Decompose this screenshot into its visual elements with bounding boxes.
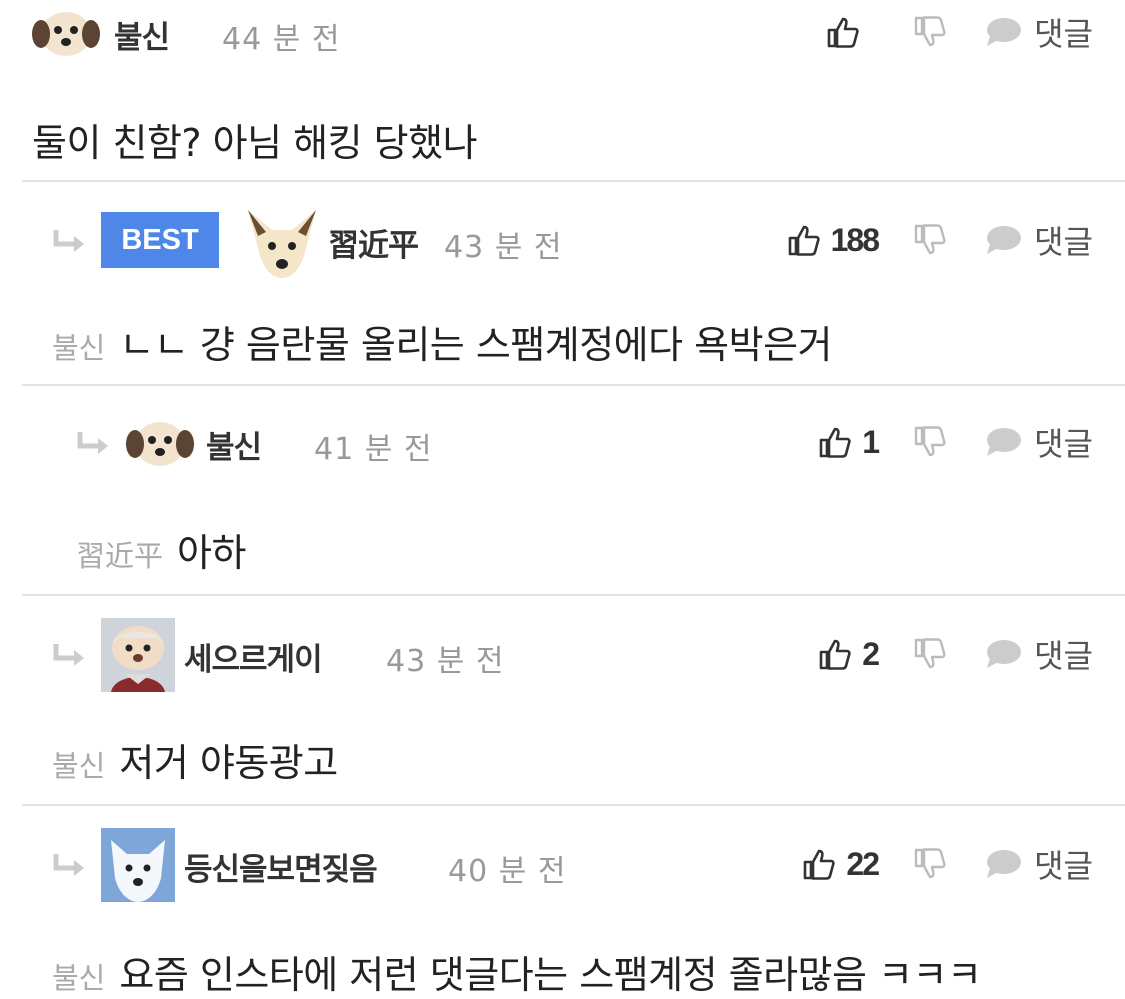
comment-text: 불신 ㄴㄴ 걍 음란물 올리는 스팸계정에다 욕박은거: [52, 323, 833, 367]
avatar[interactable]: [101, 828, 175, 902]
username[interactable]: 習近平: [328, 220, 419, 265]
timestamp: 43 분 전: [386, 644, 505, 679]
comment: BEST 習近平 43 분 전 188 댓글 불신 ㄴㄴ 걍 음란물 올리는 스…: [0, 182, 1125, 386]
thumbs-down-icon: [914, 848, 946, 879]
like-count: 22: [846, 845, 880, 882]
thumbs-up-icon: [804, 849, 836, 880]
reply-button[interactable]: 댓글: [984, 624, 1093, 684]
dog-avatar-icon: [248, 210, 316, 278]
comment-text: 習近平 아하: [76, 531, 246, 575]
thumbs-up-icon: [788, 225, 820, 256]
puppy-avatar-icon: [126, 422, 194, 466]
thumbs-down-icon: [914, 224, 946, 255]
speech-bubble-icon: [987, 428, 1022, 456]
mention[interactable]: 불신: [52, 961, 105, 995]
dislike-button[interactable]: [913, 223, 947, 257]
reply-label: 댓글: [1034, 223, 1093, 261]
speech-bubble-icon: [987, 850, 1022, 878]
like-count: 2: [862, 635, 880, 672]
comment-text: 불신 요즘 인스타에 저런 댓글다는 스팸계정 졸라많음 ㅋㅋㅋ: [52, 953, 982, 997]
puppy-avatar-icon: [32, 12, 100, 56]
comment-actions: 22 댓글: [745, 834, 1125, 894]
white-dog-avatar-icon: [101, 828, 175, 902]
comment: 불신 41 분 전 1 댓글 習近平 아하: [0, 386, 1125, 596]
timestamp: 44 분 전: [222, 22, 341, 57]
like-count: 1: [862, 423, 880, 460]
photo-avatar-icon: [101, 618, 175, 692]
comment-actions: 188 댓글: [745, 210, 1125, 270]
reply-arrow-icon: [53, 230, 84, 252]
thumbs-up-icon: [819, 427, 851, 458]
comment: 세으르게이 43 분 전 2 댓글 불신 저거 야동광고: [0, 596, 1125, 806]
comment-actions: 댓글: [745, 2, 1125, 62]
like-button[interactable]: 2: [818, 624, 880, 684]
username[interactable]: 불신: [206, 422, 262, 467]
comment-actions: 2 댓글: [745, 624, 1125, 684]
timestamp: 40 분 전: [448, 854, 567, 889]
avatar[interactable]: [244, 206, 320, 282]
avatar[interactable]: [30, 0, 102, 68]
comment: 등신을보면짖음 40 분 전 22 댓글 불신 요즘 인스타에 저런 댓글다는 …: [0, 806, 1125, 997]
comment-text: 불신 저거 야동광고: [52, 741, 338, 785]
like-button[interactable]: 22: [802, 834, 880, 894]
timestamp: 41 분 전: [314, 432, 433, 467]
reply-label: 댓글: [1034, 15, 1093, 53]
reply-label: 댓글: [1034, 425, 1093, 463]
reply-button[interactable]: 댓글: [984, 834, 1093, 894]
timestamp: 43 분 전: [444, 230, 563, 265]
comment-actions: 1 댓글: [745, 412, 1125, 472]
like-button[interactable]: 188: [787, 210, 880, 270]
reply-button[interactable]: 댓글: [984, 210, 1093, 270]
comment: 불신 44 분 전 댓글 둘이 친함? 아님 해킹 당했나: [0, 0, 1125, 182]
thumbs-down-icon: [914, 426, 946, 457]
reply-button[interactable]: 댓글: [984, 2, 1093, 62]
dislike-button[interactable]: [913, 425, 947, 459]
dislike-button[interactable]: [913, 847, 947, 881]
thumbs-up-icon: [819, 639, 851, 670]
comment-text: 둘이 친함? 아님 해킹 당했나: [32, 121, 478, 165]
speech-bubble-icon: [987, 640, 1022, 668]
dislike-button[interactable]: [913, 637, 947, 671]
speech-bubble-icon: [987, 18, 1022, 46]
reply-button[interactable]: 댓글: [984, 412, 1093, 472]
reply-arrow-icon: [53, 644, 84, 666]
thumbs-down-icon: [914, 638, 946, 669]
reply-arrow-icon: [77, 432, 108, 454]
reply-label: 댓글: [1034, 847, 1093, 885]
reply-label: 댓글: [1034, 637, 1093, 675]
reply-arrow-icon: [53, 854, 84, 876]
like-count: 188: [830, 221, 880, 258]
mention[interactable]: 불신: [52, 749, 105, 783]
thumbs-down-icon: [914, 16, 946, 47]
username[interactable]: 세으르게이: [184, 634, 323, 679]
avatar[interactable]: [101, 618, 175, 692]
speech-bubble-icon: [987, 226, 1022, 254]
username[interactable]: 불신: [114, 12, 170, 57]
avatar[interactable]: [124, 406, 196, 478]
username[interactable]: 등신을보면짖음: [184, 844, 378, 889]
like-button[interactable]: 1: [818, 412, 880, 472]
thumbs-up-icon: [827, 17, 859, 48]
dislike-button[interactable]: [913, 15, 947, 49]
mention[interactable]: 習近平: [76, 539, 163, 573]
like-button[interactable]: [826, 2, 870, 62]
best-badge: BEST: [101, 212, 219, 268]
mention[interactable]: 불신: [52, 331, 105, 365]
